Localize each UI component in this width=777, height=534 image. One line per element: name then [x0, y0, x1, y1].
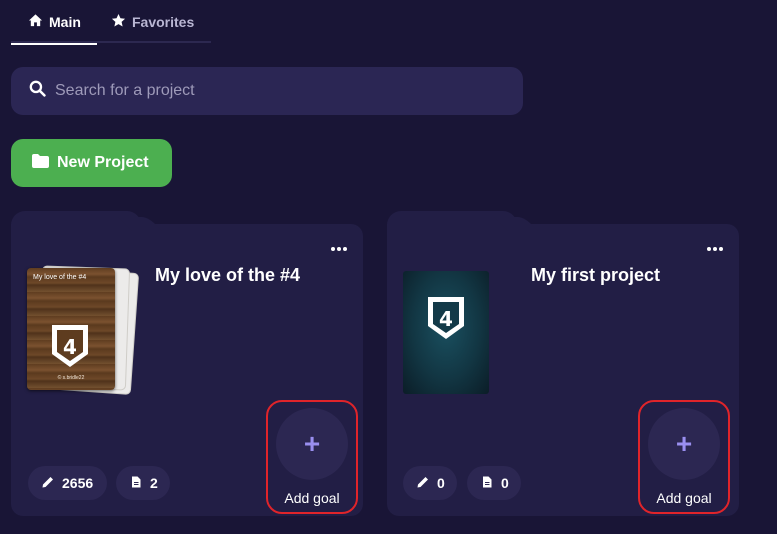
document-count-badge: 2: [116, 466, 170, 500]
more-options-icon[interactable]: [705, 242, 725, 256]
cover-author-text: © s.bridle22: [57, 375, 85, 381]
add-goal-label: Add goal: [656, 490, 712, 506]
project-title[interactable]: My first project: [531, 265, 660, 286]
search-input[interactable]: [55, 82, 495, 100]
tab-main[interactable]: Main: [11, 0, 97, 45]
document-icon: [130, 475, 142, 491]
project-title[interactable]: My love of the #4: [155, 265, 300, 286]
word-count-value: 2656: [62, 475, 94, 491]
project-card[interactable]: My love of the #4 4 © s.bridle22 My love…: [11, 211, 363, 516]
cover-title-text: My love of the #4: [33, 274, 87, 281]
add-goal-label: Add goal: [284, 490, 340, 506]
card-folder-tab: [387, 211, 517, 231]
star-icon: [111, 13, 126, 31]
search-bar[interactable]: [11, 67, 523, 115]
document-count-value: 0: [501, 475, 509, 491]
project-card[interactable]: 4 My first project + Add goal 0 0: [387, 211, 739, 516]
document-count-value: 2: [150, 475, 158, 491]
folder-icon: [32, 153, 49, 173]
plus-icon: +: [276, 408, 348, 480]
document-icon: [481, 475, 493, 491]
cover-image: My love of the #4 4 © s.bridle22: [27, 268, 115, 390]
word-count-badge: 2656: [28, 466, 107, 500]
pencil-icon: [42, 475, 54, 491]
search-icon: [29, 80, 46, 102]
shield-emblem-number: 4: [439, 307, 453, 331]
word-count-value: 0: [437, 475, 445, 491]
new-project-label: New Project: [57, 154, 149, 171]
add-goal-button[interactable]: + Add goal: [266, 400, 358, 514]
word-count-badge: 0: [403, 466, 457, 500]
more-options-icon[interactable]: [329, 242, 349, 256]
home-icon: [28, 13, 43, 31]
project-cover[interactable]: My love of the #4 4 © s.bridle22: [27, 264, 140, 396]
shield-emblem-icon: 4: [428, 297, 464, 339]
pencil-icon: [417, 475, 429, 491]
document-count-badge: 0: [467, 466, 521, 500]
shield-emblem-number: 4: [63, 335, 77, 359]
shield-emblem-icon: 4: [52, 325, 88, 367]
tab-favorites-label: Favorites: [132, 13, 195, 30]
project-cover[interactable]: 4: [403, 271, 489, 394]
tab-favorites[interactable]: Favorites: [111, 0, 194, 43]
plus-icon: +: [648, 408, 720, 480]
card-folder-tab: [11, 211, 141, 231]
add-goal-button[interactable]: + Add goal: [638, 400, 730, 514]
tab-bar: Main Favorites: [11, 0, 211, 45]
tab-main-label: Main: [49, 13, 81, 30]
new-project-button[interactable]: New Project: [11, 139, 172, 187]
